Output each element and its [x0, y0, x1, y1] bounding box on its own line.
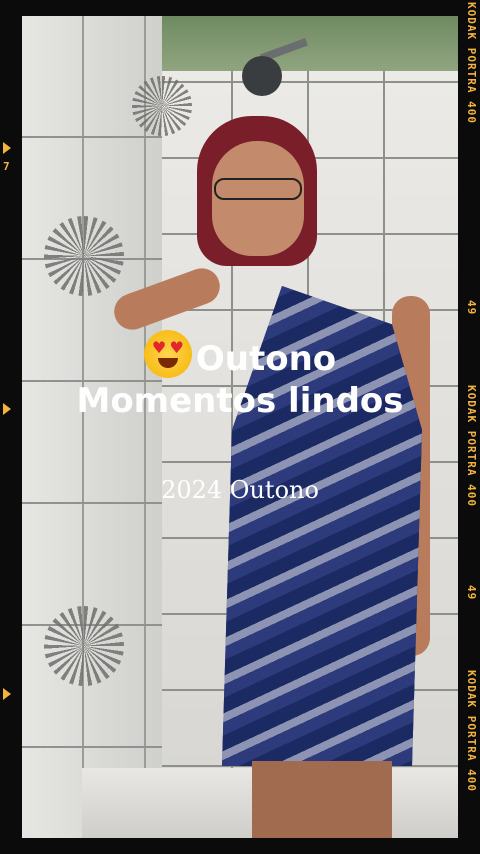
film-frame: KODAK PORTRA 400 49 KODAK PORTRA 400 49 … [0, 0, 480, 854]
heart-eyes-emoji-icon [143, 330, 192, 378]
film-arrow-icon [3, 688, 11, 700]
film-brand-bottom: KODAK PORTRA 400 [465, 670, 478, 792]
caption-line-2: Momentos lindos [76, 381, 404, 422]
caption-subtitle: 2024 Outono [161, 476, 319, 505]
caption-line-1-text: Outono [195, 339, 337, 379]
film-brand-top: KODAK PORTRA 400 [465, 2, 478, 124]
arm-left [109, 263, 225, 335]
film-left-number: 7 [3, 160, 11, 173]
legs [252, 761, 392, 838]
shower-head [242, 56, 282, 96]
film-arrow-icon [3, 142, 11, 154]
caption-line-1: Outono [0, 330, 480, 378]
glasses [214, 178, 302, 200]
film-frame-number: 49 [465, 585, 478, 601]
caption-overlay: Outono Momentos lindos 2024 Outono [0, 330, 480, 504]
film-frame-number: 49 [465, 300, 478, 316]
